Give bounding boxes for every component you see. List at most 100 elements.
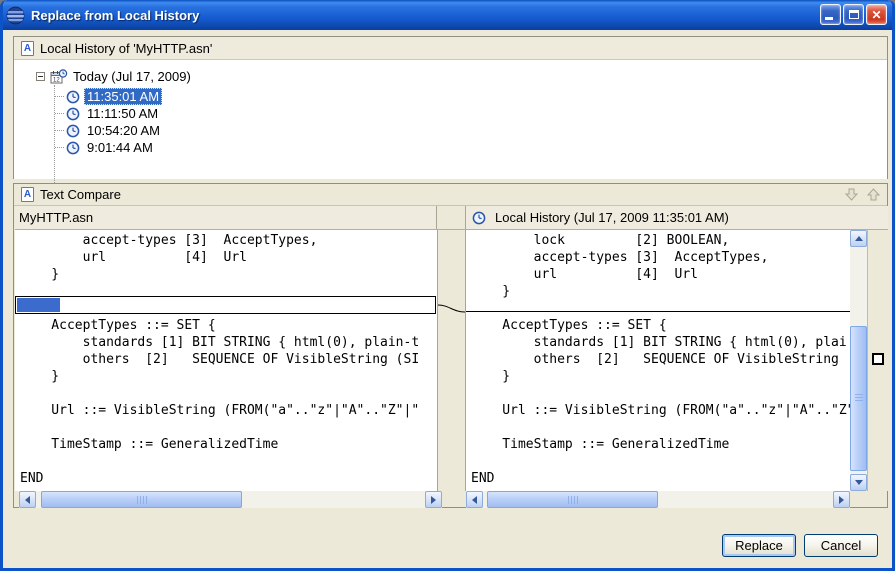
code-line: url [4] Url [15, 249, 437, 266]
code-line: standards [1] BIT STRING { html(0), plai… [15, 334, 437, 351]
code-line: AcceptTypes ::= SET { [466, 317, 850, 334]
arrow-down-icon [843, 186, 860, 203]
minimize-button[interactable] [820, 4, 841, 25]
arrow-left-icon [472, 496, 477, 504]
clock-icon [472, 211, 486, 225]
code-line: TimeStamp ::= GeneralizedTime [15, 436, 437, 453]
code-line: url [4] Url [466, 266, 850, 283]
history-entry-time: 10:54:20 AM [84, 122, 163, 139]
asn-file-icon: A [21, 41, 34, 56]
code-line: } [15, 266, 437, 283]
scroll-up-button[interactable] [850, 230, 867, 247]
previous-difference-button[interactable] [864, 186, 882, 204]
difference-overview-marker[interactable] [872, 353, 884, 365]
history-entry-2[interactable]: 11:11:50 AM [55, 105, 161, 122]
code-line: } [466, 368, 850, 385]
vertical-scroll-thumb[interactable] [850, 326, 867, 471]
right-pane-horizontal-scrollbar[interactable] [466, 491, 850, 508]
code-line: Url ::= VisibleString (FROM("a".."z"|"A"… [466, 402, 850, 419]
compare-pane-headers: MyHTTP.asn Local History (Jul 17, 2009 1… [15, 206, 888, 230]
collapse-expander-icon[interactable] [36, 72, 45, 81]
code-line: AcceptTypes ::= SET { [15, 317, 437, 334]
difference-fill [17, 298, 60, 312]
difference-connector-line [438, 230, 465, 491]
replace-button[interactable]: Replace [722, 534, 796, 557]
eclipse-logo-icon [6, 6, 25, 25]
code-line: accept-types [3] AcceptTypes, [466, 249, 850, 266]
code-line: standards [1] BIT STRING { html(0), plai [466, 334, 850, 351]
code-line [15, 419, 437, 436]
text-compare-panel: A Text Compare MyHTTP.asn Local History … [13, 183, 888, 508]
maximize-button[interactable] [843, 4, 864, 25]
compare-code-area: accept-types [3] AcceptTypes, url [4] Ur… [15, 230, 888, 491]
left-pane-title: MyHTTP.asn [15, 206, 437, 229]
right-pane-title: Local History (Jul 17, 2009 11:35:01 AM) [495, 210, 729, 225]
arrow-up-icon [865, 186, 882, 203]
code-line [15, 385, 437, 402]
difference-end-line [466, 311, 850, 312]
scroll-left-button[interactable] [466, 491, 483, 508]
history-entry-time: 11:11:50 AM [84, 105, 161, 122]
right-pane-vertical-scrollbar[interactable] [850, 230, 867, 491]
code-line: END [15, 470, 437, 487]
history-entry-4[interactable]: 9:01:44 AM [55, 139, 156, 156]
titlebar[interactable]: Replace from Local History ✕ [0, 0, 895, 30]
history-entry-time: 11:35:01 AM [84, 88, 162, 105]
left-code-pane[interactable]: accept-types [3] AcceptTypes, url [4] Ur… [15, 230, 437, 491]
code-line [15, 453, 437, 470]
code-line: Url ::= VisibleString (FROM("a".."z"|"A"… [15, 402, 437, 419]
local-history-panel: A Local History of 'MyHTTP.asn' 12 [13, 36, 888, 179]
arrow-right-icon [839, 496, 844, 504]
history-tree[interactable]: 12 Today (Jul 17, 2009) 11:35:01 AM [14, 60, 887, 179]
clock-icon [66, 107, 80, 121]
maximize-icon [849, 10, 859, 19]
clock-icon [66, 141, 80, 155]
arrow-up-icon [855, 236, 863, 241]
code-line [466, 385, 850, 402]
tree-root-label: Today (Jul 17, 2009) [73, 69, 191, 84]
scroll-right-button[interactable] [425, 491, 442, 508]
diff-overview-ruler[interactable] [867, 230, 888, 491]
scroll-right-button[interactable] [833, 491, 850, 508]
text-compare-header: A Text Compare [14, 184, 887, 206]
minimize-icon [825, 17, 833, 20]
code-line: END [466, 470, 850, 487]
scroll-left-button[interactable] [19, 491, 36, 508]
arrow-right-icon [431, 496, 436, 504]
right-pane-header: Local History (Jul 17, 2009 11:35:01 AM) [466, 206, 888, 229]
local-history-header-label: Local History of 'MyHTTP.asn' [40, 41, 212, 56]
window-title: Replace from Local History [31, 8, 199, 23]
right-code-pane[interactable]: lock [2] BOOLEAN, accept-types [3] Accep… [466, 230, 850, 491]
asn-file-icon: A [21, 187, 34, 202]
tree-root-today[interactable]: 12 Today (Jul 17, 2009) [36, 68, 191, 85]
code-line [466, 453, 850, 470]
code-line: accept-types [3] AcceptTypes, [15, 232, 437, 249]
next-difference-button[interactable] [842, 186, 860, 204]
code-line: lock [2] BOOLEAN, [466, 232, 850, 249]
close-icon: ✕ [867, 6, 886, 24]
clock-icon [66, 90, 80, 104]
history-entry-1[interactable]: 11:35:01 AM [55, 88, 162, 105]
arrow-down-icon [855, 480, 863, 485]
cancel-button[interactable]: Cancel [804, 534, 878, 557]
replace-from-local-history-dialog: Replace from Local History ✕ A Local His… [0, 0, 895, 571]
code-line: others [2] SEQUENCE OF VisibleString (SI [15, 351, 437, 368]
clock-icon [66, 124, 80, 138]
close-button[interactable]: ✕ [866, 4, 887, 25]
code-line: } [466, 283, 850, 300]
code-line [466, 419, 850, 436]
local-history-header: A Local History of 'MyHTTP.asn' [14, 37, 887, 60]
horizontal-scroll-thumb[interactable] [41, 491, 242, 508]
scroll-down-button[interactable] [850, 474, 867, 491]
arrow-left-icon [25, 496, 30, 504]
left-pane-horizontal-scrollbar[interactable] [19, 491, 442, 508]
selected-difference-box [15, 296, 436, 314]
code-line [466, 300, 850, 317]
code-line: } [15, 368, 437, 385]
history-entry-time: 9:01:44 AM [84, 139, 156, 156]
horizontal-scroll-thumb[interactable] [487, 491, 658, 508]
svg-text:12: 12 [53, 77, 60, 83]
code-line: TimeStamp ::= GeneralizedTime [466, 436, 850, 453]
pane-header-gutter [437, 206, 466, 229]
history-entry-3[interactable]: 10:54:20 AM [55, 122, 163, 139]
